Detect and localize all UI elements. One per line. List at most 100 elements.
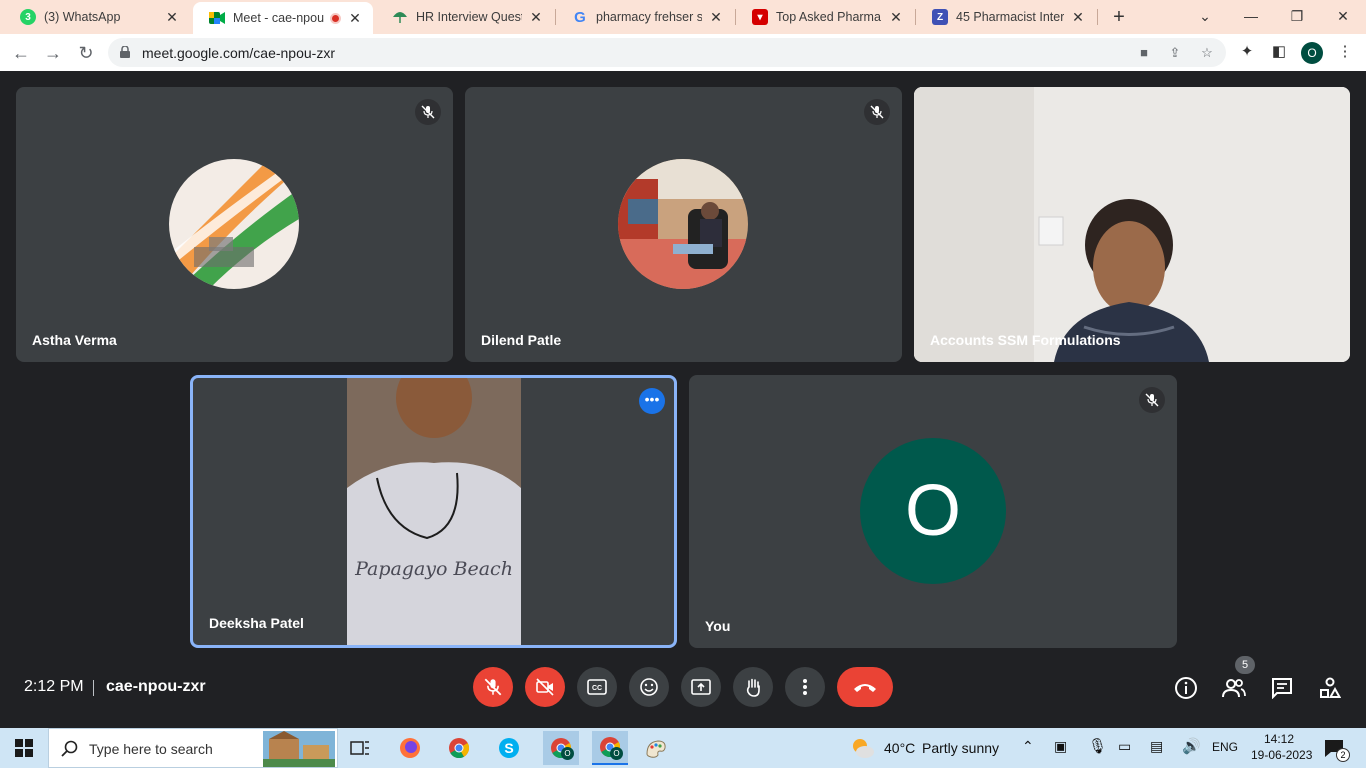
- forward-button[interactable]: →: [40, 40, 66, 66]
- camera-in-use-icon[interactable]: ■: [1135, 44, 1153, 62]
- meeting-clock: 2:12 PM: [24, 678, 84, 695]
- raise-hand-button[interactable]: [733, 667, 773, 707]
- close-tab-icon[interactable]: ✕: [1070, 9, 1086, 26]
- input-language[interactable]: ENG: [1212, 740, 1238, 754]
- microphone-icon[interactable]: 🎙: [1088, 737, 1107, 755]
- browser-toolbar: ← → ↻ meet.google.com/cae-npou-zxr ■ ⇪ ☆…: [0, 34, 1366, 71]
- participant-tile[interactable]: Dilend Patle: [465, 87, 902, 362]
- self-tile[interactable]: O You: [689, 375, 1177, 648]
- captions-button[interactable]: CC: [577, 667, 617, 707]
- participant-tile[interactable]: Astha Verma: [16, 87, 453, 362]
- emoji-icon: [640, 678, 658, 696]
- close-tab-icon[interactable]: ✕: [708, 9, 724, 26]
- tray-chevron-up-icon[interactable]: ⌃: [1022, 738, 1034, 755]
- more-options-button[interactable]: [785, 667, 825, 707]
- volume-icon[interactable]: 🔊: [1182, 737, 1201, 755]
- chrome-profile-window-2[interactable]: O: [592, 731, 628, 765]
- share-icon[interactable]: ⇪: [1166, 44, 1184, 62]
- skype-icon[interactable]: S: [495, 734, 523, 762]
- participant-name: Deeksha Patel: [209, 615, 304, 631]
- taskbar-date[interactable]: 19-06-2023: [1251, 748, 1312, 762]
- meeting-details-button[interactable]: [1173, 675, 1199, 701]
- lock-icon: [120, 46, 130, 58]
- mic-toggle-button[interactable]: [473, 667, 513, 707]
- extensions-icon[interactable]: ✦: [1237, 42, 1257, 62]
- minimize-button[interactable]: —: [1238, 4, 1264, 28]
- back-button[interactable]: ←: [8, 40, 34, 66]
- recording-icon: [330, 12, 341, 24]
- self-avatar: O: [860, 438, 1006, 584]
- chrome-profile-window-1[interactable]: O: [543, 731, 579, 765]
- restore-button[interactable]: ❐: [1284, 4, 1310, 28]
- vertical-dots-icon: [803, 679, 807, 695]
- search-icon: [61, 740, 78, 757]
- battery-icon[interactable]: ▭: [1118, 738, 1131, 755]
- reload-button[interactable]: ↻: [73, 40, 99, 66]
- weather-partly-sunny-icon[interactable]: [848, 734, 876, 762]
- tab-pharmacist-interview[interactable]: Z 45 Pharmacist Intervie ✕: [916, 0, 1096, 34]
- close-tab-icon[interactable]: ✕: [528, 9, 544, 26]
- tab-title: Top Asked Pharma Int: [776, 10, 882, 24]
- reactions-button[interactable]: [629, 667, 669, 707]
- participant-name: Accounts SSM Formulations: [930, 332, 1121, 348]
- close-window-button[interactable]: ✕: [1330, 4, 1356, 28]
- url-text: meet.google.com/cae-npou-zxr: [142, 45, 335, 61]
- bookmark-star-icon[interactable]: ☆: [1198, 44, 1216, 62]
- activities-shapes-icon: [1320, 677, 1341, 698]
- close-tab-icon[interactable]: ✕: [888, 9, 904, 26]
- close-tab-icon[interactable]: ✕: [347, 10, 363, 27]
- participant-name: Astha Verma: [32, 332, 117, 348]
- tab-title: Meet - cae-npou-: [233, 11, 324, 25]
- tab-meet[interactable]: Meet - cae-npou- ✕: [193, 2, 373, 34]
- network-icon[interactable]: ▤: [1150, 738, 1163, 755]
- firefox-icon[interactable]: [396, 734, 424, 762]
- people-button[interactable]: [1221, 675, 1247, 701]
- weather-condition: Partly sunny: [922, 740, 1000, 756]
- taskbar-time[interactable]: 14:12: [1264, 732, 1294, 746]
- hand-icon: [746, 678, 760, 697]
- tab-hr-interview[interactable]: HR Interview Question ✕: [376, 0, 554, 34]
- leave-call-button[interactable]: [837, 667, 893, 707]
- side-panel-icon[interactable]: ◧: [1269, 42, 1289, 62]
- mic-off-icon: [1139, 387, 1165, 413]
- more-options-icon[interactable]: •••: [639, 388, 665, 414]
- tab-title: (3) WhatsApp: [44, 10, 121, 24]
- address-bar[interactable]: meet.google.com/cae-npou-zxr ■ ⇪ ☆: [108, 38, 1226, 67]
- participant-name: You: [705, 618, 731, 634]
- camera-off-icon: [536, 678, 554, 696]
- activities-button[interactable]: [1317, 675, 1343, 701]
- tab-search-chevron-icon[interactable]: ⌄: [1192, 4, 1218, 28]
- notifications-button[interactable]: 2: [1320, 734, 1350, 762]
- taskbar-search-box[interactable]: Type here to search: [48, 728, 338, 768]
- tab-google-search[interactable]: G pharmacy frehser stud ✕: [556, 0, 734, 34]
- close-tab-icon[interactable]: ✕: [164, 9, 180, 26]
- task-view-icon[interactable]: [346, 734, 374, 762]
- participant-avatar: [169, 159, 299, 289]
- paint-icon[interactable]: [642, 734, 670, 762]
- camera-toggle-button[interactable]: [525, 667, 565, 707]
- participant-avatar: [618, 159, 748, 289]
- participant-tile[interactable]: Accounts SSM Formulations: [914, 87, 1350, 362]
- participant-video: [914, 87, 1350, 362]
- tab-pharma-interview[interactable]: ▾ Top Asked Pharma Int ✕: [736, 0, 914, 34]
- mic-off-icon: [415, 99, 441, 125]
- meet-tray-icon[interactable]: ▣: [1054, 738, 1067, 755]
- bookmark-red-icon: ▾: [752, 9, 768, 25]
- participant-tile[interactable]: Papagayo Beach ••• Deeksha Patel: [190, 375, 677, 648]
- windows-start-button[interactable]: [10, 734, 38, 762]
- chat-button[interactable]: [1269, 675, 1295, 701]
- profile-avatar[interactable]: O: [1301, 42, 1323, 64]
- chrome-icon[interactable]: [445, 734, 473, 762]
- new-tab-button[interactable]: +: [1108, 6, 1130, 28]
- end-call-icon: [854, 684, 876, 692]
- present-screen-button[interactable]: [681, 667, 721, 707]
- divider: [93, 680, 94, 696]
- mic-off-icon: [864, 99, 890, 125]
- closed-captions-icon: CC: [587, 679, 607, 695]
- umbrella-icon: [392, 9, 408, 25]
- chrome-menu-icon[interactable]: ⋮: [1335, 42, 1355, 62]
- tab-whatsapp[interactable]: 3 (3) WhatsApp ✕: [4, 0, 190, 34]
- notification-count: 2: [1336, 748, 1350, 762]
- tab-divider: [1097, 9, 1098, 25]
- google-icon: G: [574, 8, 586, 26]
